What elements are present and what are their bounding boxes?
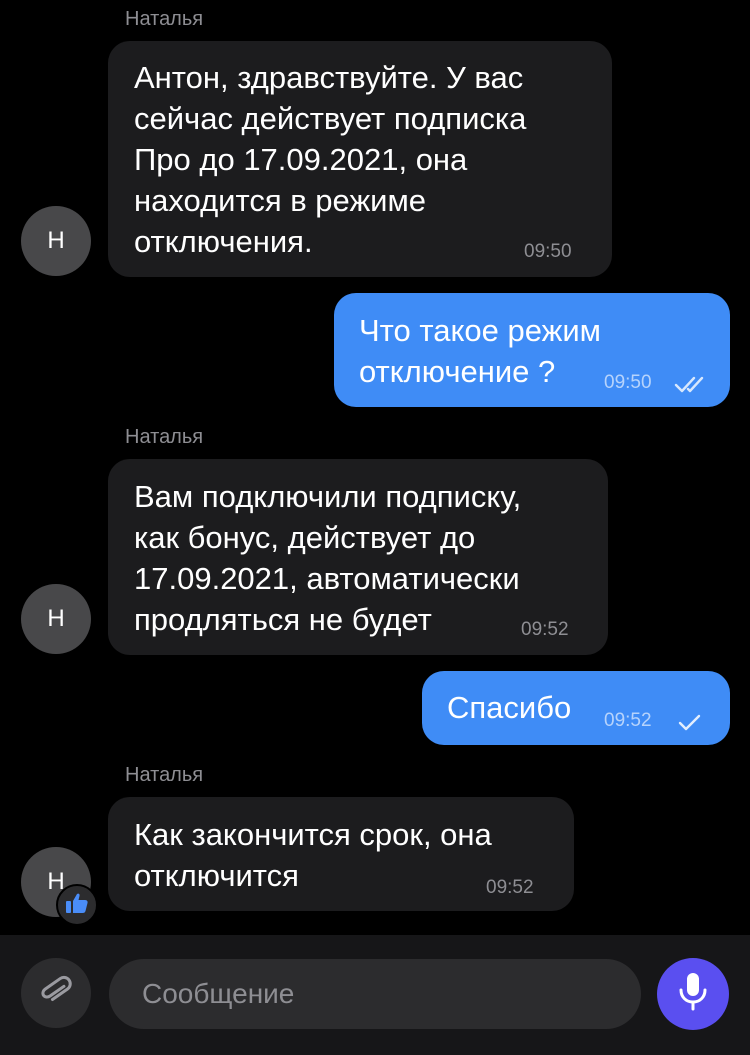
mic-button[interactable] bbox=[657, 958, 729, 1030]
message-time: 09:52 bbox=[521, 619, 569, 640]
composer-bar bbox=[0, 935, 750, 1055]
sender-name: Наталья bbox=[125, 426, 204, 448]
outgoing-message[interactable]: Спасибо 09:52 bbox=[422, 671, 730, 745]
message-text: Что такое режим отключение ? bbox=[359, 313, 601, 389]
message-text: Как закончится срок, она отключится bbox=[134, 817, 492, 893]
thumbs-up-icon bbox=[65, 892, 89, 919]
message-time: 09:50 bbox=[524, 241, 572, 262]
avatar[interactable]: Н bbox=[21, 584, 91, 654]
reaction-badge[interactable] bbox=[56, 884, 98, 926]
paperclip-icon bbox=[36, 971, 76, 1016]
message-text: Вам подключили подписку, как бонус, дейс… bbox=[134, 479, 522, 637]
sender-name: Наталья bbox=[125, 8, 204, 30]
attach-button[interactable] bbox=[21, 958, 91, 1028]
read-double-check-icon bbox=[674, 363, 706, 404]
avatar[interactable]: Н bbox=[21, 206, 91, 276]
incoming-message[interactable]: Как закончится срок, она отключится 09:5… bbox=[108, 797, 574, 911]
sender-name: Наталья bbox=[125, 764, 204, 786]
microphone-icon bbox=[677, 971, 709, 1018]
message-time: 09:50 bbox=[604, 372, 652, 393]
sent-check-icon bbox=[677, 701, 703, 742]
incoming-message[interactable]: Вам подключили подписку, как бонус, дейс… bbox=[108, 459, 608, 655]
message-time: 09:52 bbox=[604, 710, 652, 731]
incoming-message[interactable]: Антон, здравствуйте. У вас сейчас действ… bbox=[108, 41, 612, 277]
message-input[interactable] bbox=[109, 959, 641, 1029]
message-text: Спасибо bbox=[447, 690, 572, 725]
outgoing-message[interactable]: Что такое режим отключение ? 09:50 bbox=[334, 293, 730, 407]
message-time: 09:52 bbox=[486, 877, 534, 898]
message-text: Антон, здравствуйте. У вас сейчас действ… bbox=[134, 60, 527, 259]
